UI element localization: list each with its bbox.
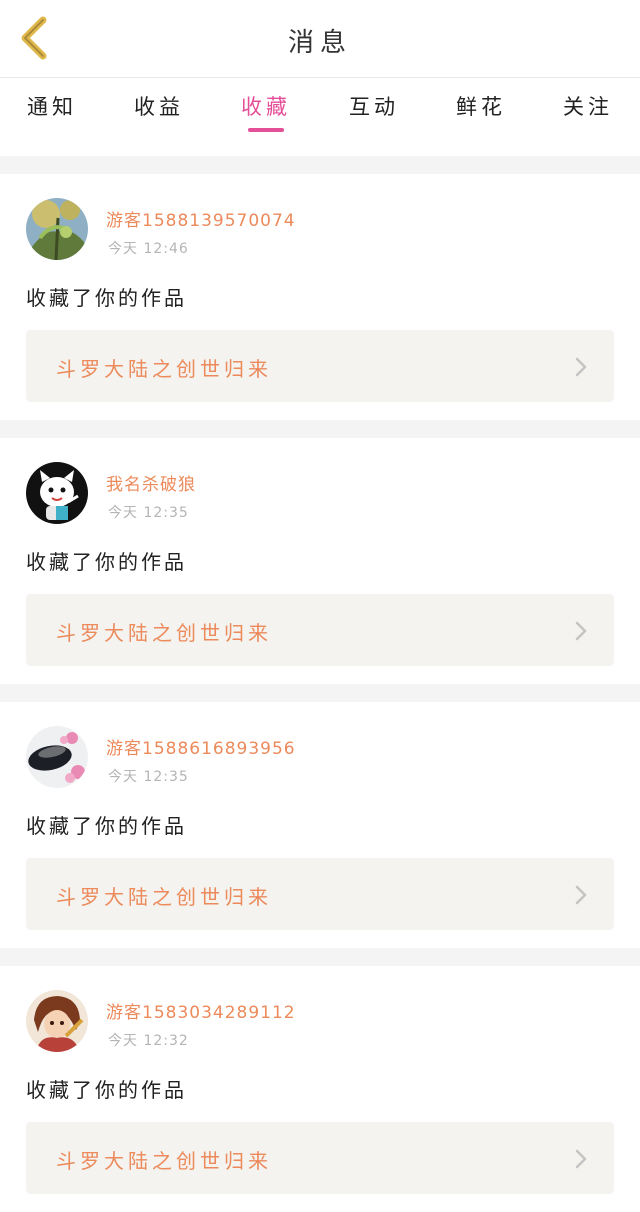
avatar[interactable] bbox=[26, 726, 88, 788]
chevron-right-icon bbox=[575, 621, 587, 641]
tab-flowers[interactable]: 鲜花 bbox=[441, 92, 521, 142]
tab-bar: 通知 收益 收藏 互动 鲜花 关注 bbox=[0, 78, 640, 156]
work-link[interactable]: 斗罗大陆之创世归来 bbox=[26, 1122, 614, 1194]
tab-label: 收益 bbox=[134, 95, 184, 119]
avatar[interactable] bbox=[26, 462, 88, 524]
message-time: 今天 12:32 bbox=[108, 1033, 189, 1049]
page-title: 消息 bbox=[287, 28, 352, 58]
work-link[interactable]: 斗罗大陆之创世归来 bbox=[26, 594, 614, 666]
message-item: 游客15830342891​12 今天 12:32 收藏了你的作品 斗罗大陆之创… bbox=[0, 966, 640, 1212]
message-item: 我名杀破狼 今天 12:35 收藏了你的作品 斗罗大陆之创世归来 bbox=[0, 438, 640, 684]
message-item: 游客15881395700​74 今天 12:46 收藏了你的作品 斗罗大陆之创… bbox=[0, 174, 640, 420]
avatar-flower-image bbox=[26, 726, 88, 788]
top-nav-bar: 消息 bbox=[0, 0, 640, 78]
username-link[interactable]: 游客15830342891​12 bbox=[106, 998, 296, 1023]
active-tab-indicator bbox=[248, 128, 284, 132]
avatar[interactable] bbox=[26, 990, 88, 1052]
avatar-anime-image bbox=[26, 990, 88, 1052]
username-link[interactable]: 我名杀破狼 bbox=[106, 470, 196, 495]
action-text: 收藏了你的作品 bbox=[26, 814, 187, 838]
tab-interactions[interactable]: 互动 bbox=[334, 92, 414, 142]
avatar-cartoon-image bbox=[26, 462, 88, 524]
message-time: 今天 12:35 bbox=[108, 769, 189, 785]
tab-favorites[interactable]: 收藏 bbox=[226, 92, 306, 142]
work-title: 斗罗大陆之创世归来 bbox=[56, 357, 272, 381]
action-text: 收藏了你的作品 bbox=[26, 1078, 187, 1102]
work-title: 斗罗大陆之创世归来 bbox=[56, 621, 272, 645]
tab-notifications[interactable]: 通知 bbox=[12, 92, 92, 142]
action-text: 收藏了你的作品 bbox=[26, 286, 187, 310]
message-item: 游客15886168939​56 今天 12:35 收藏了你的作品 斗罗大陆之创… bbox=[0, 702, 640, 948]
message-time: 今天 12:46 bbox=[108, 241, 189, 257]
tab-earnings[interactable]: 收益 bbox=[119, 92, 199, 142]
chevron-right-icon bbox=[575, 357, 587, 377]
tab-label: 通知 bbox=[27, 95, 77, 119]
tab-following[interactable]: 关注 bbox=[548, 92, 628, 142]
tab-label: 互动 bbox=[349, 95, 399, 119]
chevron-right-icon bbox=[575, 885, 587, 905]
username-link[interactable]: 游客15881395700​74 bbox=[106, 206, 296, 231]
avatar[interactable] bbox=[26, 198, 88, 260]
action-text: 收藏了你的作品 bbox=[26, 550, 187, 574]
tab-label: 收藏 bbox=[241, 95, 291, 119]
tab-label: 关注 bbox=[563, 95, 613, 119]
work-title: 斗罗大陆之创世归来 bbox=[56, 1149, 272, 1173]
username-link[interactable]: 游客15886168939​56 bbox=[106, 734, 296, 759]
work-link[interactable]: 斗罗大陆之创世归来 bbox=[26, 330, 614, 402]
avatar-plant-image bbox=[26, 198, 88, 260]
work-link[interactable]: 斗罗大陆之创世归来 bbox=[26, 858, 614, 930]
message-time: 今天 12:35 bbox=[108, 505, 189, 521]
chevron-right-icon bbox=[575, 1149, 587, 1169]
tab-label: 鲜花 bbox=[456, 95, 506, 119]
work-title: 斗罗大陆之创世归来 bbox=[56, 885, 272, 909]
